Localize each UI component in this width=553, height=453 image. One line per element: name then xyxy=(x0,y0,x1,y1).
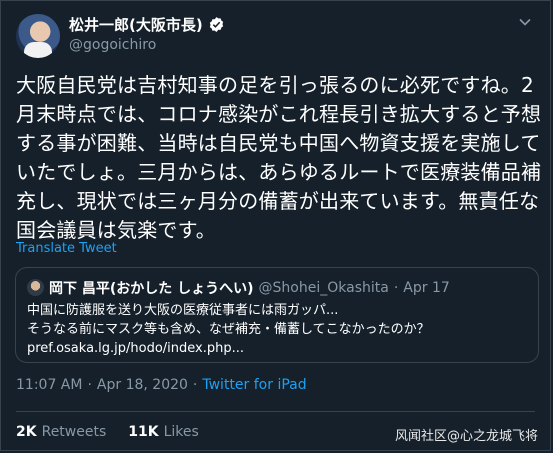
tweet-meta: 11:07 AM · Apr 18, 2020 · Twitter for iP… xyxy=(16,377,307,393)
separator-dot: · xyxy=(192,377,198,393)
author-name-row: 松井一郎(大阪市長) xyxy=(69,14,225,34)
tweet-card: 松井一郎(大阪市長) @gogoichiro 大阪自民党は吉村知事の足を引っ張る… xyxy=(0,0,551,451)
quoted-link-line: pref.osaka.lg.jp/hodo/index.php... xyxy=(27,341,245,356)
separator-dot: · xyxy=(393,280,399,296)
quoted-author-handle: @Shohei_Okashita xyxy=(258,280,389,296)
translate-tweet-link[interactable]: Translate Tweet xyxy=(16,241,117,256)
quoted-author-avatar xyxy=(27,279,44,296)
tweet-date[interactable]: Apr 18, 2020 xyxy=(97,377,188,393)
tweet-text: 大阪自民党は吉村知事の足を引っ張るのに必死ですね。2月末時点では、コロナ感染がこ… xyxy=(16,73,542,242)
quoted-author-name: 岡下 昌平(おかした しょうへい) xyxy=(49,281,254,297)
tweet-stats: 2K Retweets 11K Likes xyxy=(16,424,199,440)
quoted-line: 中国に防護服を送り大阪の医療従事者には雨ガッパ... xyxy=(27,303,339,318)
retweets-label[interactable]: Retweets xyxy=(42,424,107,440)
chevron-down-icon[interactable] xyxy=(518,15,532,29)
likes-count[interactable]: 11K xyxy=(128,424,158,440)
quoted-tweet-date: Apr 17 xyxy=(403,280,450,296)
divider xyxy=(16,411,535,412)
watermark: 风闻社区@心之龙城飞将 xyxy=(394,429,538,444)
quoted-tweet[interactable]: 岡下 昌平(おかした しょうへい) @Shohei_Okashita · Apr… xyxy=(15,267,539,363)
tweet-time[interactable]: 11:07 AM xyxy=(16,377,82,393)
tweet-source-app[interactable]: Twitter for iPad xyxy=(202,377,306,393)
author-handle[interactable]: @gogoichiro xyxy=(69,37,156,53)
quoted-tweet-body: 中国に防護服を送り大阪の医療従事者には雨ガッパ... そうなる前にマスク等も含め… xyxy=(27,301,527,358)
quoted-line: そうなる前にマスク等も含め、なぜ補充・備蓄してこなかったのか？ xyxy=(27,322,430,337)
separator-dot: · xyxy=(87,377,92,393)
likes-label[interactable]: Likes xyxy=(164,424,199,440)
author-display-name[interactable]: 松井一郎(大阪市長) xyxy=(69,14,203,35)
verified-badge-icon xyxy=(209,16,223,32)
author-avatar[interactable] xyxy=(16,14,60,58)
quoted-tweet-header: 岡下 昌平(おかした しょうへい) @Shohei_Okashita · Apr… xyxy=(49,278,450,298)
retweets-count[interactable]: 2K xyxy=(16,424,37,440)
